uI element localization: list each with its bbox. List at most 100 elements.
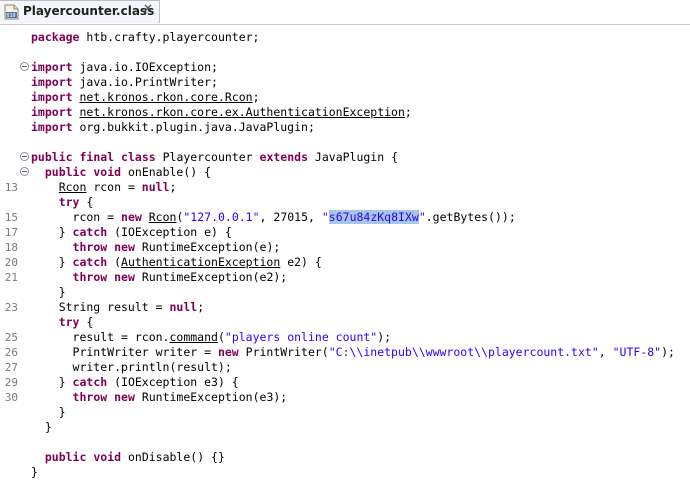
line-number: 20 [4, 256, 18, 269]
code-token: catch [72, 375, 108, 389]
code-token: } [31, 225, 73, 239]
code-token: new [114, 390, 135, 404]
code-line[interactable] [0, 45, 690, 60]
close-icon[interactable] [142, 3, 154, 15]
code-token: } [31, 465, 38, 479]
code-token: "127.0.0.1" [183, 210, 260, 224]
code-line[interactable]: } [0, 405, 690, 420]
code-token: extends [259, 150, 308, 164]
code-text: try { [31, 315, 94, 330]
code-line[interactable] [0, 435, 690, 450]
code-token: Rcon [58, 180, 87, 194]
code-text: } [31, 285, 66, 300]
code-token: new [114, 240, 135, 254]
code-token: package [31, 30, 80, 44]
code-line[interactable]: try { [0, 315, 690, 330]
code-line[interactable]: import java.io.PrintWriter; [0, 75, 690, 90]
code-text: public final class Playercounter extends… [31, 150, 398, 165]
code-line[interactable]: public final class Playercounter extends… [0, 150, 690, 165]
code-line[interactable]: import java.io.IOException; [0, 60, 690, 75]
code-text: import net.kronos.rkon.core.ex.Authentic… [31, 105, 412, 120]
code-line[interactable]: public void onDisable() {} [0, 450, 690, 465]
code-text: rcon = new Rcon("127.0.0.1", 27015, "s67… [31, 210, 516, 225]
code-token: e2) { [280, 255, 322, 269]
code-token: void [93, 450, 122, 464]
code-token: new [217, 345, 239, 359]
code-text: } [31, 420, 52, 435]
code-token: { [79, 315, 94, 329]
code-text: } catch (IOException e3) { [31, 375, 239, 390]
code-line[interactable] [0, 135, 690, 150]
code-line[interactable]: 27 writer.println(result); [0, 360, 690, 375]
code-token: try [58, 315, 80, 329]
code-token: (IOException e3) { [107, 375, 239, 389]
code-line[interactable]: } [0, 420, 690, 435]
code-text: PrintWriter writer = new PrintWriter("C:… [31, 345, 675, 360]
code-token: JavaPlugin { [308, 150, 399, 164]
code-token: catch [72, 255, 108, 269]
code-line[interactable]: 30 throw new RuntimeException(e3); [0, 390, 690, 405]
line-number: 23 [4, 301, 18, 314]
code-text: import org.bukkit.plugin.java.JavaPlugin… [31, 120, 315, 135]
code-line[interactable]: 23 String result = null; [0, 300, 690, 315]
code-line[interactable]: 21 throw new RuntimeException(e2); [0, 270, 690, 285]
code-line[interactable]: 13 Rcon rcon = null; [0, 180, 690, 195]
code-token: import [31, 120, 73, 134]
code-editor[interactable]: package htb.crafty.playercounter; import … [0, 25, 690, 484]
code-token: RuntimeException(e2); [134, 270, 288, 284]
code-token: RuntimeException(e3); [134, 390, 288, 404]
code-text: } [31, 405, 66, 420]
line-number: 17 [4, 226, 18, 239]
code-token: rcon = [31, 210, 122, 224]
code-line[interactable]: } [0, 285, 690, 300]
code-line[interactable]: import net.kronos.rkon.core.Rcon; [0, 90, 690, 105]
code-token: net.kronos.rkon.core.Rcon [79, 90, 253, 104]
code-text: result = rcon.command("players online co… [31, 330, 392, 345]
code-line[interactable]: import net.kronos.rkon.core.ex.Authentic… [0, 105, 690, 120]
fold-toggle-icon[interactable] [20, 152, 29, 161]
code-token: writer.println(result); [31, 360, 232, 374]
code-text: public void onDisable() {} [31, 450, 225, 465]
code-token: "C:\\inetpub\\wwwroot\\playercount.txt" [328, 345, 599, 359]
code-token: } [31, 405, 66, 419]
code-text: throw new RuntimeException(e2); [31, 270, 288, 285]
code-line[interactable]: 17 } catch (IOException e) { [0, 225, 690, 240]
code-token: , [598, 345, 613, 359]
code-line[interactable]: public void onEnable() { [0, 165, 690, 180]
code-line[interactable]: 25 result = rcon.command("players online… [0, 330, 690, 345]
code-line[interactable]: 18 throw new RuntimeException(e); [0, 240, 690, 255]
line-number: 25 [4, 331, 18, 344]
code-token: public [31, 150, 73, 164]
line-number: 26 [4, 346, 18, 359]
code-token: Playercounter [155, 150, 260, 164]
code-token: (IOException e) { [107, 225, 232, 239]
code-line[interactable]: 20 } catch (AuthenticationException e2) … [0, 255, 690, 270]
code-line[interactable]: import org.bukkit.plugin.java.JavaPlugin… [0, 120, 690, 135]
code-line[interactable]: try { [0, 195, 690, 210]
code-token: try [58, 195, 80, 209]
code-line[interactable]: 15 rcon = new Rcon("127.0.0.1", 27015, "… [0, 210, 690, 225]
code-token: ); [377, 330, 392, 344]
code-line[interactable]: } [0, 465, 690, 480]
fold-toggle-icon[interactable] [20, 167, 29, 176]
code-token: s67u84zKq8IXw [328, 210, 419, 224]
code-token: final [79, 150, 115, 164]
fold-toggle-icon[interactable] [20, 62, 29, 71]
code-line[interactable]: 26 PrintWriter writer = new PrintWriter(… [0, 345, 690, 360]
code-token: throw [72, 270, 108, 284]
code-token: new [114, 270, 135, 284]
code-token: PrintWriter writer = [31, 345, 218, 359]
code-line[interactable]: package htb.crafty.playercounter; [0, 30, 690, 45]
code-token: ); [661, 345, 675, 359]
tab-playercounter-class[interactable]: 010 Playercounter.class [0, 0, 160, 23]
code-token: "players online count" [224, 330, 378, 344]
code-token: import [31, 105, 73, 119]
code-line[interactable]: 29 } catch (IOException e3) { [0, 375, 690, 390]
